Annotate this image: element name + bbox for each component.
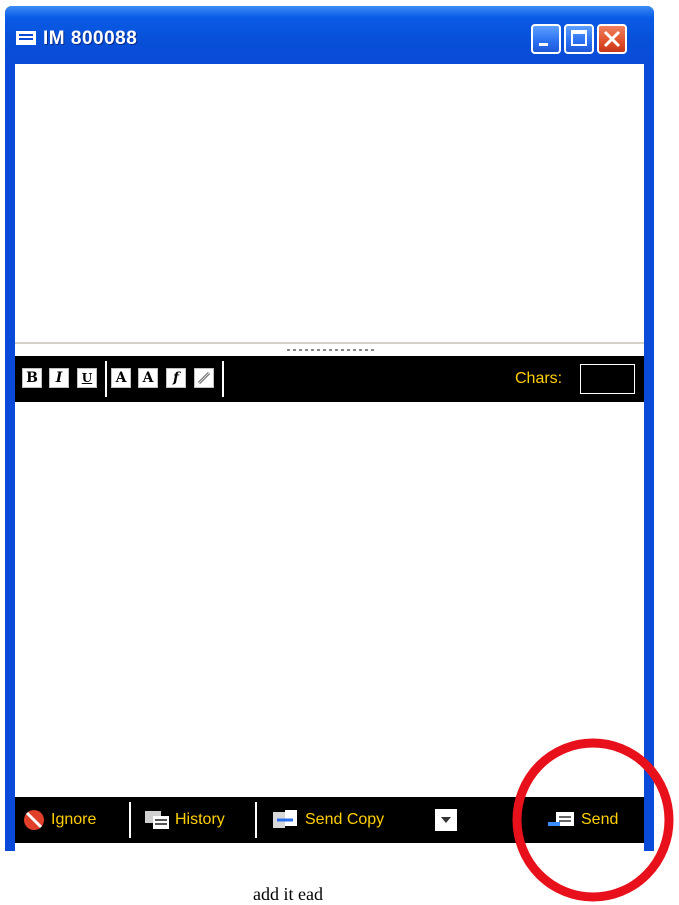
bold-button[interactable]: B [22, 368, 42, 388]
send-copy-icon [273, 810, 297, 828]
chars-label: Chars: [515, 370, 563, 387]
close-button[interactable] [597, 24, 627, 54]
toolbar-separator [105, 361, 107, 397]
minimize-icon [539, 43, 548, 46]
ignore-icon [24, 810, 44, 830]
font-smaller-button[interactable]: A [138, 368, 158, 388]
maximize-button[interactable] [564, 24, 594, 54]
send-copy-button[interactable]: Send Copy [265, 797, 425, 843]
font-larger-icon: A [115, 370, 127, 386]
chars-counter [580, 364, 635, 394]
font-larger-button[interactable]: A [111, 368, 131, 388]
history-label: History [175, 811, 225, 828]
font-color-icon: f [172, 370, 180, 386]
im-window: IM 800088 B I U A A f Chars: Ignore Hist… [5, 6, 654, 851]
format-toolbar: B I U A A f Chars: [15, 356, 644, 402]
bold-icon: B [26, 370, 38, 386]
insert-link-button[interactable] [194, 368, 214, 388]
font-smaller-icon: A [142, 370, 154, 386]
pane-splitter[interactable] [15, 344, 644, 356]
history-icon [145, 811, 169, 829]
message-history-pane[interactable] [15, 64, 644, 344]
italic-icon: I [55, 370, 63, 386]
underline-icon: U [81, 371, 93, 385]
ignore-label: Ignore [51, 811, 97, 828]
window-title: IM 800088 [43, 28, 138, 49]
font-color-button[interactable]: f [166, 368, 186, 388]
close-icon [603, 30, 621, 48]
send-copy-dropdown[interactable] [435, 809, 457, 831]
underline-button[interactable]: U [77, 368, 97, 388]
client-area: B I U A A f Chars: Ignore History Send C… [15, 64, 644, 851]
action-separator [129, 802, 131, 838]
italic-button[interactable]: I [49, 368, 69, 388]
splitter-grip[interactable] [287, 349, 377, 351]
highlight-circle [512, 738, 674, 902]
action-separator [255, 802, 257, 838]
maximize-icon [571, 30, 587, 46]
history-button[interactable]: History [135, 797, 245, 843]
message-window-icon [16, 31, 36, 45]
ignore-button[interactable]: Ignore [15, 797, 123, 843]
minimize-button[interactable] [531, 24, 561, 54]
toolbar-separator [222, 361, 224, 397]
link-icon [197, 371, 211, 385]
chevron-down-icon [441, 817, 451, 823]
send-copy-label: Send Copy [305, 811, 385, 828]
title-bar[interactable]: IM 800088 [5, 6, 654, 64]
